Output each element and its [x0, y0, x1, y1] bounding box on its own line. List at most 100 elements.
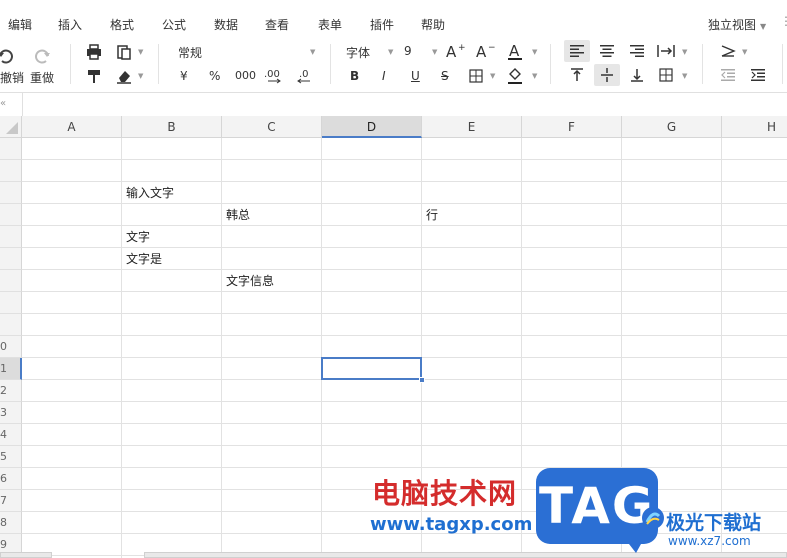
row-header-17[interactable]: 7: [0, 490, 22, 512]
font-color-icon[interactable]: A: [506, 42, 524, 62]
borders-icon[interactable]: [468, 68, 484, 84]
menu-plugin[interactable]: 插件: [370, 16, 394, 33]
text-rotate-icon[interactable]: [718, 42, 738, 60]
paste-icon[interactable]: [114, 42, 134, 62]
print-icon[interactable]: [84, 42, 104, 62]
decrease-indent-icon[interactable]: [718, 66, 738, 84]
fill-color-icon[interactable]: [506, 66, 524, 86]
row-header-4[interactable]: [0, 204, 22, 226]
merge-cells-icon[interactable]: [654, 64, 678, 86]
chevron-down-icon[interactable]: ▼: [388, 48, 393, 56]
menu-formula[interactable]: 公式: [162, 16, 186, 33]
row-header-6[interactable]: [0, 248, 22, 270]
active-cell-selection[interactable]: [321, 357, 422, 380]
cell-b5[interactable]: 文字: [122, 226, 150, 248]
format-painter-icon[interactable]: [84, 66, 104, 86]
chevron-down-icon[interactable]: ▼: [682, 48, 687, 56]
row-header-2[interactable]: [0, 160, 22, 182]
row-header-9[interactable]: [0, 314, 22, 336]
chevron-down-icon[interactable]: ▼: [310, 48, 315, 56]
toolbar: 撤销 重做 ▼ ▼ 常规 ▼ ¥ % 000 .00 .0 字体 ▼ 9 ▼ A…: [0, 36, 787, 92]
column-header-e[interactable]: E: [422, 116, 522, 138]
row-header-12[interactable]: 2: [0, 380, 22, 402]
cell-b6[interactable]: 文字是: [122, 248, 162, 270]
row-header-16[interactable]: 6: [0, 468, 22, 490]
chevron-down-icon[interactable]: ▼: [682, 72, 687, 80]
cell-b3[interactable]: 输入文字: [122, 182, 174, 204]
percent-button[interactable]: %: [209, 69, 220, 83]
increase-decimal-icon[interactable]: .00: [264, 66, 286, 86]
undo-button[interactable]: 撤销: [0, 69, 24, 86]
row-gridline: [22, 423, 787, 424]
indent-icon[interactable]: [654, 40, 678, 62]
menu-insert[interactable]: 插入: [58, 16, 82, 33]
eraser-icon[interactable]: [114, 66, 134, 86]
currency-button[interactable]: ¥: [180, 69, 188, 83]
horizontal-scrollbar[interactable]: [144, 552, 787, 558]
cell-c7[interactable]: 文字信息: [222, 270, 274, 292]
chevron-down-icon[interactable]: ▼: [432, 48, 437, 56]
cell-e4[interactable]: 行: [422, 204, 438, 226]
svg-text:.0: .0: [299, 69, 309, 80]
row-header-14[interactable]: 4: [0, 424, 22, 446]
row-header-7[interactable]: [0, 270, 22, 292]
align-left-icon[interactable]: [564, 40, 590, 62]
row-header-10[interactable]: 0: [0, 336, 22, 358]
increase-indent-icon[interactable]: [748, 66, 768, 84]
underline-button[interactable]: U: [411, 69, 420, 83]
select-all-corner[interactable]: [0, 116, 22, 138]
fill-handle[interactable]: [419, 377, 425, 383]
chevron-down-icon[interactable]: ▼: [490, 72, 495, 80]
column-header-g[interactable]: G: [622, 116, 722, 138]
column-header-c[interactable]: C: [222, 116, 322, 138]
name-box-arrow-icon[interactable]: «: [0, 98, 6, 109]
chevron-down-icon[interactable]: ▼: [138, 48, 143, 56]
menu-data[interactable]: 数据: [214, 16, 238, 33]
watermark-badge: TAG: [536, 468, 658, 544]
align-top-icon[interactable]: [564, 64, 590, 86]
view-mode-dropdown[interactable]: 独立视图 ▼: [708, 16, 766, 33]
sheet-tab[interactable]: [0, 552, 52, 558]
undo-icon[interactable]: [0, 46, 16, 66]
bold-button[interactable]: B: [350, 69, 359, 83]
redo-button[interactable]: 重做: [30, 69, 54, 86]
number-format-select[interactable]: 常规: [178, 44, 202, 61]
align-center-icon[interactable]: [594, 40, 620, 62]
more-icon[interactable]: ⋮: [780, 14, 787, 28]
row-header-5[interactable]: [0, 226, 22, 248]
strikethrough-button[interactable]: S: [441, 69, 449, 83]
menu-form[interactable]: 表单: [318, 16, 342, 33]
menu-help[interactable]: 帮助: [421, 16, 445, 33]
decrease-decimal-icon[interactable]: .0: [296, 66, 314, 86]
row-header-3[interactable]: [0, 182, 22, 204]
chevron-down-icon[interactable]: ▼: [532, 72, 537, 80]
row-header-18[interactable]: 8: [0, 512, 22, 534]
menu-format[interactable]: 格式: [110, 16, 134, 33]
increase-font-icon[interactable]: A +: [446, 42, 466, 60]
align-middle-icon[interactable]: [594, 64, 620, 86]
column-header-d[interactable]: D: [322, 116, 422, 138]
decrease-font-icon[interactable]: A −: [476, 42, 496, 60]
row-header-11[interactable]: 1: [0, 358, 22, 380]
font-name-select[interactable]: 字体: [346, 44, 370, 61]
font-size-select[interactable]: 9: [404, 44, 412, 58]
row-header-1[interactable]: [0, 138, 22, 160]
menu-edit[interactable]: 编辑: [8, 16, 32, 33]
cell-c4[interactable]: 韩总: [222, 204, 250, 226]
chevron-down-icon[interactable]: ▼: [742, 48, 747, 56]
align-right-icon[interactable]: [624, 40, 650, 62]
redo-icon[interactable]: [32, 46, 52, 66]
row-header-8[interactable]: [0, 292, 22, 314]
row-header-13[interactable]: 3: [0, 402, 22, 424]
column-header-a[interactable]: A: [22, 116, 122, 138]
italic-button[interactable]: I: [382, 69, 386, 83]
align-bottom-icon[interactable]: [624, 64, 650, 86]
chevron-down-icon[interactable]: ▼: [138, 72, 143, 80]
menu-view[interactable]: 查看: [265, 16, 289, 33]
column-header-b[interactable]: B: [122, 116, 222, 138]
chevron-down-icon[interactable]: ▼: [532, 48, 537, 56]
thousands-button[interactable]: 000: [235, 69, 256, 82]
row-header-15[interactable]: 5: [0, 446, 22, 468]
column-header-h[interactable]: H: [722, 116, 787, 138]
column-header-f[interactable]: F: [522, 116, 622, 138]
